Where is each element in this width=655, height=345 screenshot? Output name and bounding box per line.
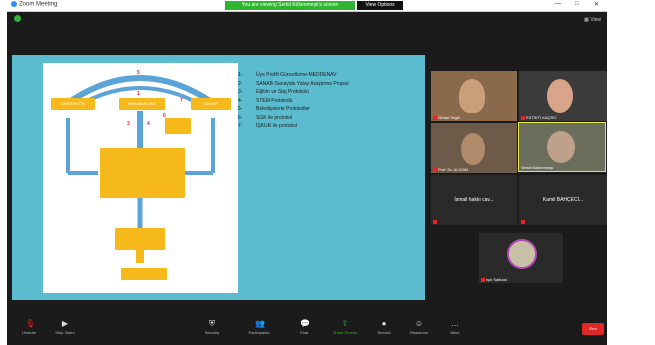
universite-box: ÜNİVERSİTE: [51, 98, 95, 110]
participant-name: Prof. Dr. ALİCAN: [433, 167, 468, 172]
marker-5: 5: [137, 70, 140, 76]
muted-mic-icon: [521, 115, 525, 120]
marker-3: 3: [127, 121, 130, 127]
list-item: 7- İŞKUR ile protokol: [238, 123, 297, 129]
active-speaker-tile[interactable]: Serkit Kökenmeşk: [518, 122, 606, 172]
participant-face: [461, 133, 485, 165]
participant-face: [459, 79, 485, 113]
more-icon: …: [451, 319, 459, 328]
record-button[interactable]: ● Record: [364, 319, 404, 336]
muted-mic-icon: [433, 115, 437, 120]
app-title: Zoom Meeting: [11, 1, 57, 8]
unmute-button[interactable]: 🎙 Unmute: [9, 319, 49, 336]
reactions-icon: ☺: [415, 319, 424, 328]
participant-gallery: Orhan Yegin ESTİKTİ KAÇRO Prof. Dr. ALİC…: [430, 70, 607, 310]
share-screen-icon: ⇧: [341, 319, 349, 328]
participant-face: [547, 131, 575, 163]
list-item: 1- Üye Profili Güncelleme-MEDDENAV: [238, 72, 337, 78]
participant-name: ESTİKTİ KAÇRO: [521, 115, 556, 120]
chat-icon: 💬: [300, 319, 310, 328]
list-item: 3- Eğitim ve Staj Protokolü: [238, 89, 310, 95]
reactions-button[interactable]: ☺ Reactions: [399, 319, 439, 336]
center-box: [100, 148, 185, 198]
end-meeting-button[interactable]: End: [582, 323, 604, 335]
bottom-box: [121, 268, 167, 280]
list-item: 2- SANAB-Sanayide Yatay Araştırma Projesi: [238, 80, 349, 87]
avatar: [507, 239, 537, 269]
video-camera-icon: ▶: [61, 319, 69, 328]
participant-face: [547, 79, 573, 113]
shield-icon: ⛨: [209, 319, 215, 328]
protocol-list: 1- Üye Profili Güncelleme-MEDDENAV 2- SANA…: [238, 71, 418, 131]
more-button[interactable]: … More: [435, 319, 475, 336]
chat-button[interactable]: 💬 Chat: [284, 319, 324, 336]
muted-mic-icon: [481, 277, 485, 282]
muted-mic-icon: [433, 167, 437, 172]
participants-button[interactable]: 👥 Participants: [239, 319, 279, 336]
minimize-button[interactable]: —: [555, 1, 561, 7]
participant-name: Orhan Yegin: [433, 115, 460, 120]
bakanliklar-box: BAKANLIKLAR: [119, 98, 165, 110]
share-screen-button[interactable]: ⇧ Share Screen: [325, 319, 365, 336]
record-icon: ●: [381, 319, 387, 328]
view-button[interactable]: ▦ View: [584, 17, 601, 23]
microphone-muted-icon: 🎙: [25, 319, 36, 328]
list-item: 5- Belediyelerle Protokoller: [238, 106, 310, 112]
participant-tile[interactable]: Işık Saltutal: [478, 232, 564, 284]
participant-name: Işık Saltutal: [481, 277, 507, 282]
participant-name: Serkit Kökenmeşk: [521, 165, 554, 170]
list-item: 4- STEM Protokolü: [238, 97, 293, 104]
slide-diagram: ÜNİVERSİTE BAKANLIKLAR SANAYİ 5 1 7 3 6 …: [43, 63, 238, 293]
meeting-toolbar: 🎙 Unmute ▶ Stop Video ⛨ Security 👥 Participa…: [7, 318, 607, 345]
participants-icon: 👥: [255, 319, 265, 328]
sanayi-box: SANAYİ: [191, 98, 231, 110]
muted-mic-icon: [433, 219, 437, 224]
side-box: [165, 118, 191, 134]
security-button[interactable]: ⛨ Security: [192, 319, 232, 336]
participant-tile[interactable]: ESTİKTİ KAÇRO: [518, 70, 607, 122]
encryption-shield-icon[interactable]: [14, 15, 21, 22]
participant-tile[interactable]: Orhan Yegin: [430, 70, 518, 122]
muted-mic-indicator: [433, 219, 438, 224]
marker-7: 7: [180, 98, 183, 104]
muted-mic-icon: [521, 219, 525, 224]
marker-1: 1: [137, 91, 140, 97]
participant-name-large: Kamil BAHÇECİ...: [542, 197, 584, 203]
zoom-logo-icon: [11, 1, 17, 7]
participant-tile[interactable]: Kamil BAHÇECİ...: [518, 174, 607, 226]
participant-tile[interactable]: İsmail hakkı cav...: [430, 174, 518, 226]
participant-tile[interactable]: Prof. Dr. ALİCAN: [430, 122, 518, 174]
muted-mic-indicator: [521, 219, 526, 224]
screen-share-banner: You are viewing Serkit Kökenmeşk's scree…: [225, 1, 355, 10]
close-button[interactable]: ✕: [594, 1, 599, 8]
stop-video-button[interactable]: ▶ Stop Video: [45, 319, 85, 336]
view-options-button[interactable]: View Options: [357, 1, 403, 10]
zoom-window: Zoom Meeting You are viewing Serkit Köke…: [7, 0, 607, 345]
title-bar: Zoom Meeting You are viewing Serkit Köke…: [7, 0, 607, 12]
marker-4: 4: [147, 121, 150, 127]
maximize-button[interactable]: □: [575, 1, 579, 7]
participant-name-large: İsmail hakkı cav...: [454, 197, 494, 203]
lower-box: [115, 228, 165, 250]
list-item: 6- SGK ile protokol: [238, 114, 293, 121]
marker-6: 6: [163, 113, 166, 119]
